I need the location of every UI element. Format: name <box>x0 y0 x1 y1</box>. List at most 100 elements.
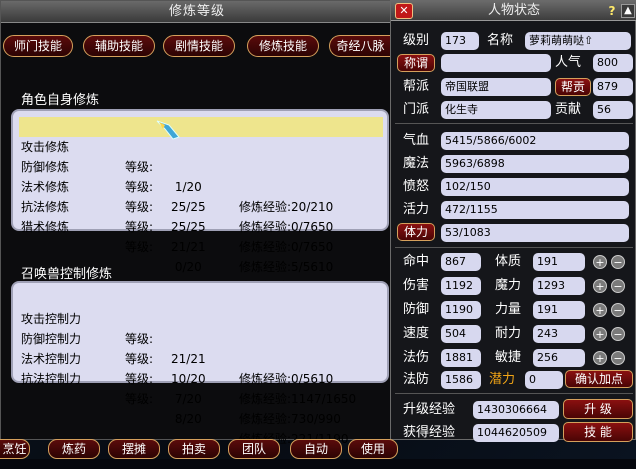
defense-label: 防御 <box>403 302 430 317</box>
plus-icon[interactable]: + <box>593 303 607 317</box>
alchemy-button[interactable]: 炼药 <box>48 439 100 459</box>
damage-value: 1192 <box>441 277 481 295</box>
con-value: 191 <box>533 253 585 271</box>
school-label: 门派 <box>403 102 430 117</box>
plus-icon[interactable]: + <box>593 279 607 293</box>
strength-value: 191 <box>533 301 585 319</box>
name-value: 萝莉萌萌哒⇧ <box>525 32 631 50</box>
strength-label: 力量 <box>495 302 522 317</box>
tab-cultivation-skills[interactable]: 修炼技能 <box>247 35 319 57</box>
divider <box>395 123 633 124</box>
vitality-value: 472/1155 <box>441 201 629 219</box>
self-cultivation-row[interactable]: 猎术修炼 等级: 0/20 修炼经验:10/150 <box>19 197 383 294</box>
spell-damage-label: 法伤 <box>403 350 430 365</box>
gang-label: 帮派 <box>403 79 430 94</box>
name-label: 名称 <box>487 33 514 48</box>
spell-damage-value: 1881 <box>441 349 481 367</box>
self-cultivation-row[interactable]: 攻击修炼 等级: 1/20 修炼经验:20/210 <box>19 117 383 214</box>
gained-exp-label: 获得经验 <box>403 425 456 440</box>
help-icon[interactable]: ? <box>605 4 619 18</box>
pet-control-row[interactable]: 法术控制力 等级: 7/20 修炼经验:730/990 <box>19 329 383 426</box>
confirm-points-button[interactable]: 确认加点 <box>565 370 633 388</box>
tab-school-skills[interactable]: 师门技能 <box>3 35 73 57</box>
gang-value: 帝国联盟 <box>441 78 551 96</box>
agility-value: 256 <box>533 349 585 367</box>
magic-value: 1293 <box>533 277 585 295</box>
hp-value: 5415/5866/6002 <box>441 132 629 150</box>
magic-label: 魔力 <box>495 278 522 293</box>
divider <box>395 393 633 394</box>
popularity-value: 800 <box>593 54 633 72</box>
minus-icon[interactable]: − <box>611 303 625 317</box>
donation-value: 56 <box>593 101 633 119</box>
damage-label: 伤害 <box>403 278 430 293</box>
stall-button[interactable]: 摆摊 <box>108 439 160 459</box>
spell-defense-label: 法防 <box>403 372 430 387</box>
stamina-button[interactable]: 体力 <box>397 223 435 241</box>
level-up-button[interactable]: 升 级 <box>563 399 633 419</box>
speed-value: 504 <box>441 325 481 343</box>
donation-label: 贡献 <box>555 102 582 117</box>
auto-button[interactable]: 自动 <box>290 439 342 459</box>
character-status-window: 人物状态 ✕ ? ▲ 级别 173 名称 萝莉萌萌哒⇧ 称谓 人气 800 帮派… <box>390 0 636 442</box>
spell-defense-value: 1586 <box>441 371 481 389</box>
plus-icon[interactable]: + <box>593 255 607 269</box>
potential-label: 潜力 <box>489 372 516 387</box>
school-value: 化生寺 <box>441 101 551 119</box>
plus-icon[interactable]: + <box>593 327 607 341</box>
self-cultivation-row[interactable]: 防御修炼 等级: 25/25 修炼经验:0/7650 <box>19 137 383 234</box>
con-label: 体质 <box>495 254 522 269</box>
character-status-title: 人物状态 <box>391 1 636 21</box>
pet-control-panel: 攻击控制力 等级: 21/21 修炼经验:0/5610 防御控制力 等级: 10… <box>11 281 389 446</box>
defense-value: 1190 <box>441 301 481 319</box>
mp-value: 5963/6898 <box>441 155 629 173</box>
self-cultivation-row[interactable]: 抗法修炼 等级: 21/21 修炼经验:5/5610 <box>19 177 383 274</box>
mp-label: 魔法 <box>403 156 430 171</box>
cultivation-window-title: 修炼等级 <box>1 1 393 23</box>
self-cultivation-title: 角色自身修炼 <box>21 93 100 108</box>
team-button[interactable]: 团队 <box>228 439 280 459</box>
gang-contrib-value: 879 <box>593 78 633 96</box>
rage-label: 愤怒 <box>403 179 430 194</box>
upgrade-exp-label: 升级经验 <box>403 402 456 417</box>
minus-icon[interactable]: − <box>611 327 625 341</box>
gang-contrib-button[interactable]: 帮贡 <box>555 78 591 96</box>
level-value: 173 <box>441 32 479 50</box>
tab-meridians[interactable]: 奇经八脉 <box>329 35 391 57</box>
popularity-label: 人气 <box>555 55 582 70</box>
cooking-button[interactable]: 烹饪 <box>0 439 30 459</box>
hit-value: 867 <box>441 253 481 271</box>
hp-label: 气血 <box>403 133 430 148</box>
speed-label: 速度 <box>403 326 430 341</box>
auction-button[interactable]: 拍卖 <box>168 439 220 459</box>
minus-icon[interactable]: − <box>611 255 625 269</box>
tab-assist-skills[interactable]: 辅助技能 <box>83 35 155 57</box>
title-button[interactable]: 称谓 <box>397 54 435 72</box>
endurance-label: 耐力 <box>495 326 522 341</box>
attribute-grid: 命中 867 体质 191 + − 伤害 1192 魔力 1293 + − 防御… <box>391 253 636 389</box>
tab-story-skills[interactable]: 剧情技能 <box>163 35 235 57</box>
level-label: 级别 <box>403 33 430 48</box>
close-icon[interactable]: ✕ <box>395 3 413 19</box>
upgrade-exp-value: 1430306664 <box>473 401 559 419</box>
title-value <box>441 54 551 72</box>
hit-label: 命中 <box>403 254 430 269</box>
stamina-value: 53/1083 <box>441 224 629 242</box>
skills-button[interactable]: 技 能 <box>563 422 633 442</box>
gained-exp-value: 1044620509 <box>473 424 559 442</box>
minimize-icon[interactable]: ▲ <box>621 4 635 18</box>
pet-control-row[interactable]: 抗法控制力 等级: 8/20 修炼经验:221/1190 <box>19 349 383 446</box>
endurance-value: 243 <box>533 325 585 343</box>
potential-value: 0 <box>525 371 563 389</box>
self-cultivation-row[interactable]: 法术修炼 等级: 25/25 修炼经验:0/7650 <box>19 157 383 254</box>
pet-control-title: 召唤兽控制修炼 <box>21 267 113 282</box>
minus-icon[interactable]: − <box>611 351 625 365</box>
vitality-label: 活力 <box>403 202 430 217</box>
minus-icon[interactable]: − <box>611 279 625 293</box>
plus-icon[interactable]: + <box>593 351 607 365</box>
agility-label: 敏捷 <box>495 350 522 365</box>
use-button[interactable]: 使用 <box>348 439 398 459</box>
pet-control-row[interactable]: 防御控制力 等级: 10/20 修炼经验:1147/1650 <box>19 309 383 406</box>
pet-control-row[interactable]: 攻击控制力 等级: 21/21 修炼经验:0/5610 <box>19 289 383 386</box>
divider <box>395 247 633 248</box>
